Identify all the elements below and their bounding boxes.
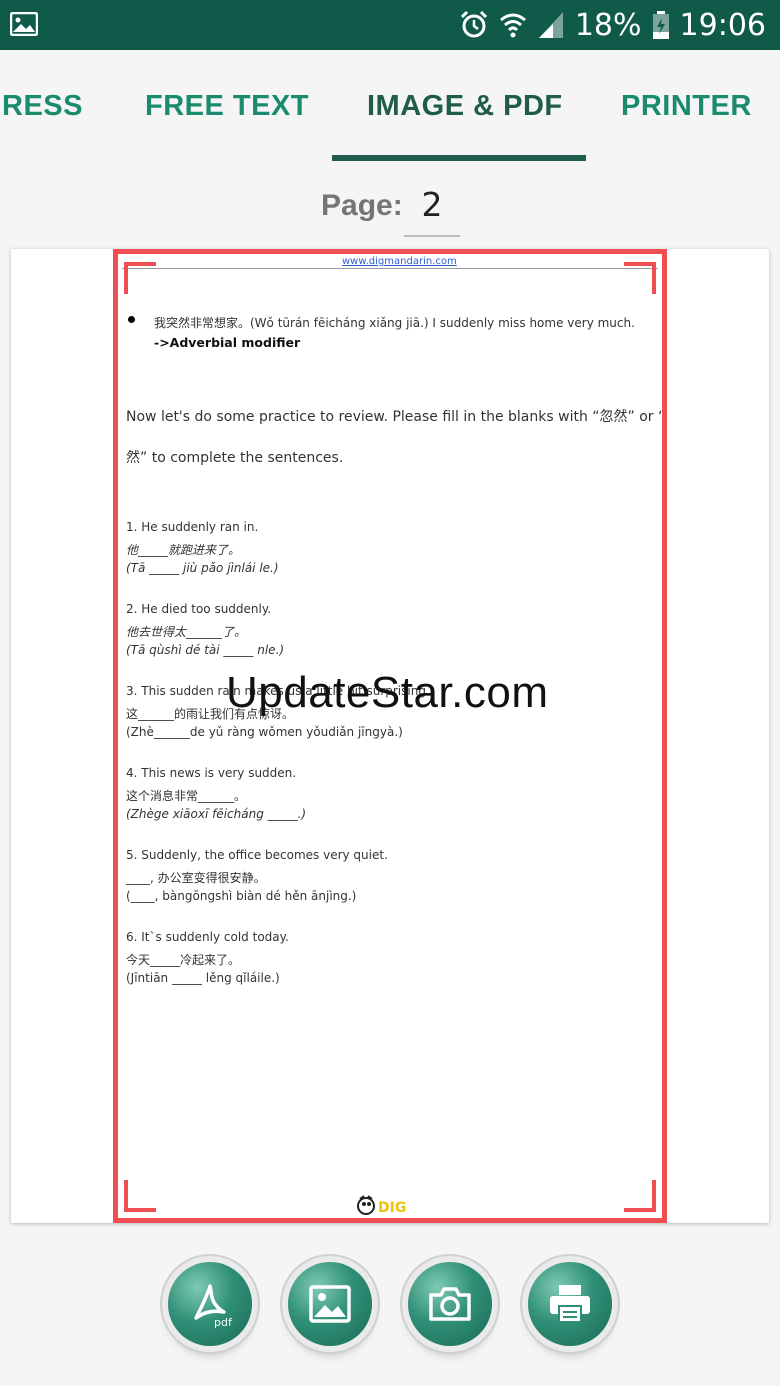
tab-free-text[interactable]: FREE TEXT [145,90,309,123]
svg-text:pdf: pdf [214,1316,233,1329]
crop-frame[interactable] [113,249,667,1223]
signal-icon [538,12,563,38]
active-tab-indicator [332,155,586,161]
crop-handle-top-left[interactable] [124,262,156,294]
tab-image-pdf[interactable]: IMAGE & PDF [367,90,563,123]
wifi-icon [499,13,526,38]
gallery-icon [10,12,38,36]
battery-percent: 18% [574,7,642,43]
tab-printer[interactable]: PRINTER [621,90,752,123]
crop-handle-bottom-right[interactable] [624,1180,656,1212]
page-number-input[interactable]: 2 [404,185,460,237]
status-bar: 18% 19:06 [0,0,780,50]
bottom-action-bar: pdf [0,1226,780,1386]
watermark: UpdateStar.com [226,668,549,717]
camera-button[interactable] [408,1262,492,1346]
printer-button[interactable] [528,1262,612,1346]
clock: 19:06 [679,7,766,43]
page-label: Page: [321,189,403,222]
image-button[interactable] [288,1262,372,1346]
image-icon [309,1285,351,1323]
tab-express[interactable]: RESS [2,90,83,123]
tab-bar: RESS FREE TEXT IMAGE & PDF PRINTER [0,50,780,162]
pdf-icon: pdf [194,1284,233,1329]
battery-icon [652,11,669,39]
camera-icon [429,1287,471,1321]
printer-icon [550,1285,590,1323]
pdf-button[interactable]: pdf [168,1262,252,1346]
page-selector: Page: 2 [0,185,780,245]
alarm-icon [460,10,487,38]
crop-handle-top-right[interactable] [624,262,656,294]
crop-handle-bottom-left[interactable] [124,1180,156,1212]
